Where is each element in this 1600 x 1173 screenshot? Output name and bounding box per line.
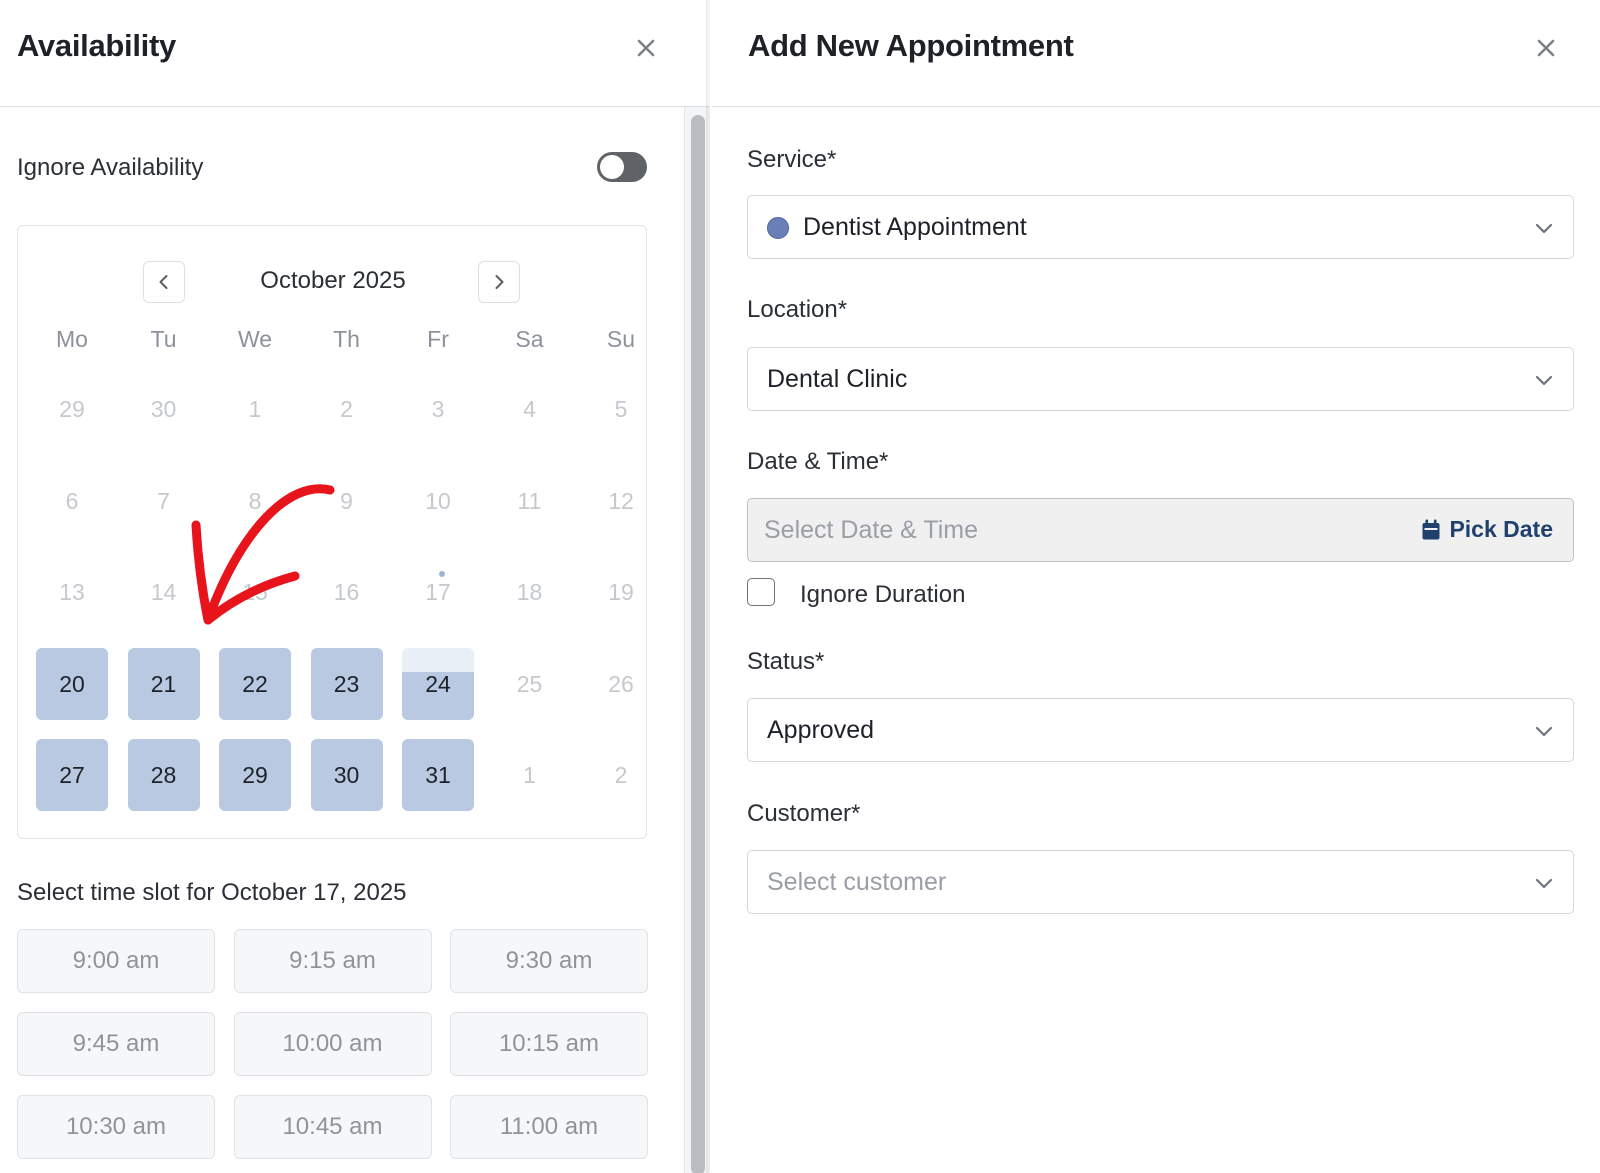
- toggle-knob: [600, 155, 624, 179]
- calendar-day: 16: [333, 579, 360, 605]
- status-label: Status*: [747, 648, 825, 675]
- calendar-day: 7: [157, 487, 170, 514]
- service-value: Dentist Appointment: [803, 213, 1027, 241]
- location-value: Dental Clinic: [767, 365, 908, 393]
- today-indicator-dot: [439, 571, 445, 577]
- time-slot-button[interactable]: 10:45 am: [233, 1095, 432, 1159]
- calendar-icon: [1422, 519, 1440, 539]
- calendar-day: 6: [65, 487, 79, 514]
- time-slot-button[interactable]: 9:45 am: [17, 1012, 215, 1076]
- calendar-day: 25: [516, 670, 543, 697]
- calendar-day: 17: [425, 579, 451, 605]
- calendar-day-available[interactable]: 23: [310, 647, 383, 720]
- availability-panel: Availability Ignore Availability October…: [0, 0, 710, 1173]
- calendar-day-available[interactable]: 20: [36, 647, 108, 720]
- pick-date-label: Pick Date: [1449, 516, 1553, 542]
- calendar-weekday-row: Mo Tu We Th Fr Sa Su: [35, 326, 675, 366]
- scrollbar-thumb[interactable]: [691, 115, 705, 1173]
- weekday-label: Th: [333, 326, 360, 352]
- next-month-button[interactable]: [478, 261, 520, 303]
- weekday-label: Su: [606, 326, 636, 352]
- chevron-down-icon: [1535, 878, 1553, 889]
- time-slot-button[interactable]: 9:00 am: [17, 929, 215, 993]
- location-select[interactable]: Dental Clinic: [747, 347, 1574, 411]
- calendar-day-available[interactable]: 27: [36, 739, 108, 811]
- weekday-label: Tu: [150, 326, 177, 352]
- calendar-day-available[interactable]: 21: [127, 647, 200, 720]
- calendar-day-available[interactable]: 28: [127, 739, 200, 811]
- chevron-right-icon: [495, 275, 504, 289]
- time-slot-button[interactable]: 9:30 am: [450, 929, 648, 993]
- time-slot-button[interactable]: 10:30 am: [17, 1095, 215, 1159]
- calendar-day: 12: [608, 487, 634, 514]
- close-appointment-button[interactable]: [1534, 36, 1558, 60]
- availability-title: Availability: [17, 28, 176, 63]
- availability-header: Availability: [0, 0, 710, 107]
- calendar-day: 8: [248, 487, 262, 514]
- calendar-day: 1: [523, 762, 536, 788]
- date-time-label: Date & Time*: [747, 448, 889, 475]
- close-icon: [1537, 39, 1555, 57]
- weekday-label: We: [237, 326, 273, 352]
- calendar-day: 19: [608, 579, 634, 605]
- calendar-day-available[interactable]: 24: [402, 647, 474, 720]
- calendar-day: 14: [150, 579, 177, 605]
- calendar-day-available[interactable]: 30: [310, 739, 383, 811]
- service-select[interactable]: Dentist Appointment: [747, 195, 1574, 259]
- add-appointment-panel: Add New Appointment Service* Dentist App…: [712, 0, 1600, 1173]
- location-label: Location*: [747, 296, 848, 323]
- calendar-day: 26: [608, 670, 634, 697]
- customer-label: Customer*: [747, 800, 861, 827]
- calendar-day: 3: [431, 396, 445, 422]
- calendar-day: 1: [248, 396, 262, 422]
- service-label: Service*: [747, 146, 837, 173]
- calendar-day: 18: [516, 579, 543, 605]
- close-icon: [637, 39, 655, 57]
- calendar-day-available[interactable]: 29: [219, 739, 291, 811]
- ignore-duration-label: Ignore Duration: [800, 581, 966, 608]
- calendar-day: 30: [150, 396, 177, 422]
- customer-placeholder: Select customer: [767, 868, 947, 896]
- calendar-day: 10: [425, 487, 451, 514]
- panel-divider: [706, 0, 710, 1173]
- customer-select[interactable]: Select customer: [747, 850, 1574, 914]
- ignore-availability-row: Ignore Availability: [17, 150, 647, 186]
- calendar-day: 13: [59, 579, 85, 605]
- chevron-down-icon: [1535, 375, 1553, 386]
- calendar-day: 9: [340, 487, 353, 514]
- ignore-availability-toggle[interactable]: [597, 152, 647, 182]
- calendar-day: 11: [517, 487, 542, 514]
- status-select[interactable]: Approved: [747, 698, 1574, 762]
- calendar-day: 15: [242, 579, 268, 605]
- time-slot-button[interactable]: 11:00 am: [450, 1095, 648, 1159]
- status-value: Approved: [767, 716, 875, 744]
- calendar-day: 4: [523, 396, 536, 422]
- calendar-day: 2: [340, 396, 353, 422]
- weekday-label: Fr: [427, 326, 449, 352]
- calendar-day-available[interactable]: 31: [402, 739, 474, 811]
- pick-date-button[interactable]: Pick Date: [1421, 516, 1553, 543]
- time-slot-button[interactable]: 10:00 am: [233, 1012, 432, 1076]
- time-slot-button[interactable]: 9:15 am: [233, 929, 432, 993]
- weekday-label: Mo: [56, 326, 88, 352]
- calendar-month-label: October 2025: [260, 267, 406, 294]
- add-appointment-header: Add New Appointment: [712, 0, 1600, 107]
- ignore-duration-checkbox[interactable]: [747, 578, 775, 606]
- add-appointment-title: Add New Appointment: [748, 28, 1074, 63]
- time-slot-button[interactable]: 10:15 am: [450, 1012, 648, 1076]
- chevron-down-icon: [1535, 223, 1553, 234]
- calendar-day: 2: [614, 762, 628, 788]
- calendar: October 2025 Mo Tu We Th Fr Sa Su 29 30 1 2 3 4 5 6 7 8…: [17, 225, 647, 839]
- time-slot-title: Select time slot for October 17, 2025: [17, 879, 407, 906]
- date-time-field[interactable]: Select Date & Time Pick Date: [747, 498, 1574, 562]
- weekday-label: Sa: [515, 326, 544, 352]
- calendar-day-available[interactable]: 22: [219, 647, 291, 720]
- chevron-down-icon: [1535, 726, 1553, 737]
- date-time-placeholder: Select Date & Time: [764, 516, 978, 544]
- calendar-day: 5: [614, 396, 628, 422]
- service-color-dot: [767, 217, 789, 239]
- calendar-day: 29: [59, 396, 85, 422]
- ignore-availability-label: Ignore Availability: [17, 154, 204, 181]
- close-availability-button[interactable]: [634, 36, 658, 60]
